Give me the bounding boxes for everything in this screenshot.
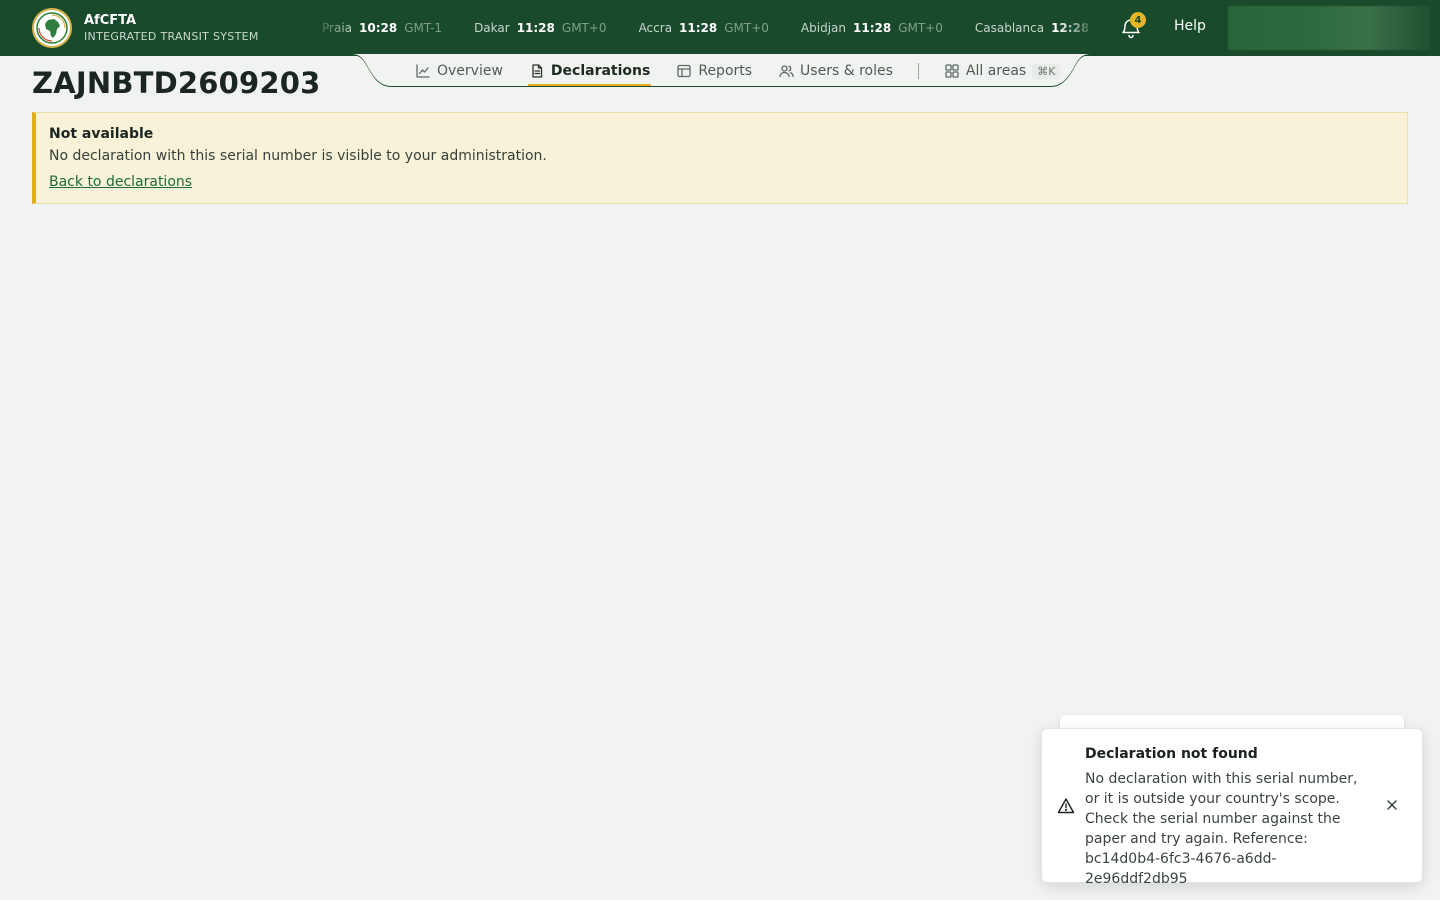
clock-city: Accra — [638, 21, 673, 35]
clock-city: Casablanca — [974, 21, 1045, 35]
nav-divider — [917, 63, 919, 79]
alert-title: Not available — [49, 126, 154, 142]
clock-city: Dakar — [474, 21, 510, 35]
clock-timezone: GMT+0 — [724, 21, 769, 35]
clock-city: Abidjan — [800, 21, 846, 35]
clock-time: 12:28 — [1051, 21, 1088, 35]
main-nav: Overview Declarations Reports Users & ro… — [414, 56, 1085, 86]
back-to-declarations-link[interactable]: Back to declarations — [49, 174, 192, 190]
grid-icon — [944, 63, 960, 79]
table-icon — [676, 63, 692, 79]
document-icon — [529, 63, 545, 79]
tab-declarations[interactable]: Declarations — [527, 56, 652, 86]
clock-time: 11:28 — [853, 21, 892, 35]
clock-city: Praia — [322, 21, 352, 35]
help-link[interactable]: Help — [1174, 18, 1206, 34]
clock-time: 11:28 — [679, 21, 718, 35]
clock-time: 11:28 — [516, 21, 555, 35]
close-icon[interactable] — [1384, 797, 1400, 813]
brand[interactable]: AfCFTA INTEGRATED TRANSIT SYSTEM — [32, 8, 259, 48]
top-bar: AfCFTA INTEGRATED TRANSIT SYSTEM Praia 1… — [0, 0, 1440, 56]
afcfta-logo-icon — [32, 8, 72, 48]
clock-timezone: GMT+0 — [561, 21, 607, 35]
toast-title: Declaration not found — [1085, 746, 1258, 762]
clock-timezone: GMT+0 — [898, 21, 943, 35]
tab-overview-label: Overview — [437, 63, 503, 79]
tab-declarations-label: Declarations — [550, 63, 651, 79]
page-title: ZAJNBTD2609203 — [32, 66, 321, 100]
tab-overview[interactable]: Overview — [414, 56, 504, 86]
alert-message: No declaration with this serial number i… — [49, 148, 547, 164]
chart-line-icon — [415, 63, 431, 79]
clock-praia: Praia 10:28 GMT-1 — [322, 21, 442, 35]
tab-reports[interactable]: Reports — [675, 56, 753, 86]
clock-casablanca: Casablanca 12:28 G — [975, 21, 1088, 35]
tab-users-roles-label: Users & roles — [800, 63, 893, 79]
keyboard-shortcut-badge: ⌘K — [1032, 63, 1061, 79]
tab-all-areas-label: All areas — [965, 63, 1027, 79]
brand-name: AfCFTA — [84, 12, 137, 28]
user-menu[interactable] — [1228, 6, 1430, 50]
toast-message: No declaration with this serial number, … — [1085, 771, 1358, 887]
tab-all-areas[interactable]: All areas ⌘K — [943, 56, 1062, 86]
clock-abidjan: Abidjan 11:28 GMT+0 — [801, 21, 943, 35]
brand-subtitle: INTEGRATED TRANSIT SYSTEM — [84, 29, 259, 43]
notification-count-badge[interactable]: 4 — [1130, 12, 1146, 28]
clock-time: 10:28 — [359, 21, 398, 35]
clock-dakar: Dakar 11:28 GMT+0 — [474, 21, 607, 35]
warning-triangle-icon — [1057, 797, 1075, 815]
clock-accra: Accra 11:28 GMT+0 — [639, 21, 769, 35]
users-icon — [778, 63, 794, 79]
world-clocks: Praia 10:28 GMT-1 Dakar 11:28 GMT+0 Accr… — [322, 16, 1088, 40]
error-toast: Declaration not found No declaration wit… — [1041, 728, 1423, 887]
not-available-alert: Not available No declaration with this s… — [32, 112, 1408, 204]
tab-reports-label: Reports — [698, 63, 753, 79]
tab-users-roles[interactable]: Users & roles — [777, 56, 894, 86]
clock-timezone: GMT-1 — [404, 21, 443, 35]
